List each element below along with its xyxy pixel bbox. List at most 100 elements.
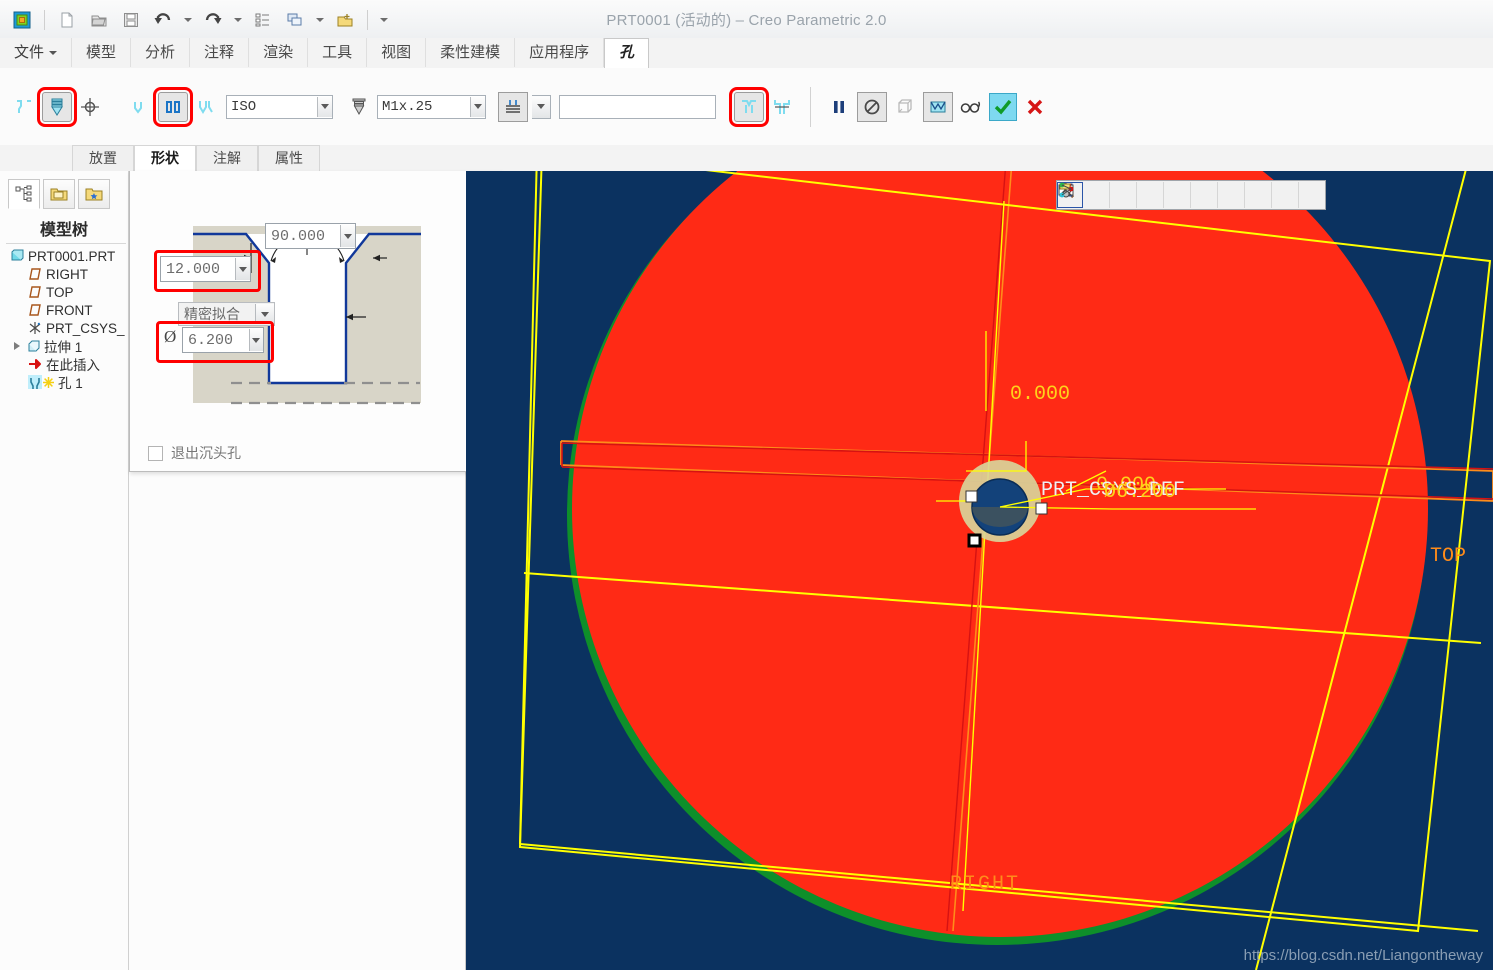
hole-depth-value-field[interactable] (559, 95, 716, 119)
appearance-gallery-icon[interactable] (1299, 182, 1325, 208)
depth-option-dropdown-icon[interactable] (255, 304, 274, 324)
hole-depth-value[interactable] (560, 97, 715, 117)
ribbon-tab-model[interactable]: 模型 (72, 38, 131, 67)
depth-option-select[interactable]: 精密拟合 (178, 302, 275, 326)
watermark-text: https://blog.csdn.net/Liangontheway (1244, 947, 1483, 964)
countersink-angle-field[interactable] (265, 223, 356, 249)
cancel-cross-icon[interactable] (1021, 93, 1049, 121)
chevron-down-icon (49, 51, 57, 55)
datum-plane-icon (28, 303, 42, 317)
tree-item-right-label: RIGHT (46, 267, 88, 282)
datum-plane-icon (28, 267, 42, 281)
countersink-angle-dropdown-icon[interactable] (340, 225, 355, 247)
exit-countersink-label: 退出沉头孔 (171, 443, 241, 463)
exit-countersink-row[interactable]: 退出沉头孔 (148, 443, 241, 463)
folder-browser-icon[interactable] (43, 179, 75, 209)
countersink-diameter-dropdown-icon[interactable] (235, 258, 250, 280)
creo-parametric-window: PRT0001 (活动的) – Creo Parametric 2.0 文件 模… (0, 0, 1493, 970)
ribbon-tab-render[interactable]: 渲染 (249, 38, 308, 67)
tab-properties[interactable]: 属性 (258, 145, 320, 171)
dashboard-separator (810, 87, 811, 127)
glasses-icon[interactable] (957, 93, 985, 121)
3d-model-view[interactable] (466, 171, 1493, 970)
model-tree-icon[interactable] (8, 179, 40, 209)
ribbon-tab-applications[interactable]: 应用程序 (515, 38, 604, 67)
title-bar: PRT0001 (活动的) – Creo Parametric 2.0 (0, 0, 1493, 39)
pause-icon[interactable] (825, 93, 853, 121)
preview-wireframe-icon[interactable] (891, 93, 919, 121)
ribbon-tab-bar[interactable]: 文件 模型 分析 注释 渲染 工具 视图 柔性建模 应用程序 孔 (0, 38, 1493, 69)
depth-option-value: 精密拟合 (179, 304, 255, 324)
standard-hole-icon[interactable] (42, 92, 72, 122)
countersink-diameter-field[interactable] (160, 256, 251, 282)
graphics-toolbar[interactable]: AB (1056, 180, 1326, 210)
hole-diameter-value[interactable] (183, 332, 249, 349)
tree-item-hole-label: 孔 1 (58, 372, 83, 392)
ribbon-tab-tools[interactable]: 工具 (308, 38, 367, 67)
hole-diameter-field[interactable] (182, 327, 264, 353)
exit-countersink-checkbox[interactable] (148, 446, 163, 461)
graphics-window[interactable]: AB 0.000 0.000 PRT_CSYS_DEF Ø6.200 TOP R… (466, 171, 1493, 970)
tree-item-top-label: TOP (46, 285, 74, 300)
clearance-hole-icon[interactable] (192, 93, 220, 121)
hole-depth-icon[interactable] (498, 92, 528, 122)
extrude-icon (26, 339, 40, 353)
accept-check-icon[interactable] (989, 93, 1017, 121)
refit-icon[interactable] (1137, 182, 1164, 208)
slide-up-tab-bar[interactable]: 放置 形状 注解 属性 (0, 145, 1493, 171)
datum-display-icon[interactable] (1245, 182, 1272, 208)
reorient-icon[interactable] (1164, 182, 1191, 208)
ribbon-tab-flexible-modeling[interactable]: 柔性建模 (426, 38, 515, 67)
ribbon-tab-annotate[interactable]: 注释 (190, 38, 249, 67)
zoom-out-icon[interactable] (1110, 182, 1137, 208)
favorites-icon[interactable] (78, 179, 110, 209)
ribbon-tab-analysis[interactable]: 分析 (131, 38, 190, 67)
coordinate-system-icon (28, 321, 42, 335)
thread-standard-value[interactable] (227, 97, 317, 117)
tab-note[interactable]: 注解 (196, 145, 258, 171)
tapped-hole-icon[interactable] (158, 92, 188, 122)
thread-size-value[interactable] (378, 97, 470, 117)
insert-here-icon (28, 357, 42, 371)
thread-size-dropdown-icon[interactable] (470, 97, 485, 117)
screw-thread-icon (345, 93, 373, 121)
new-feature-star-icon (43, 377, 54, 388)
countersink-icon[interactable] (734, 92, 764, 122)
thread-standard-select[interactable] (226, 95, 333, 119)
counterbore-icon[interactable] (768, 93, 796, 121)
countersink-angle-value[interactable] (266, 228, 340, 245)
tab-placement[interactable]: 放置 (72, 145, 134, 171)
part-icon (10, 249, 24, 263)
view-manager-icon[interactable] (1218, 182, 1245, 208)
ribbon-tab-file[interactable]: 文件 (0, 38, 72, 67)
tree-item-extrude-label: 拉伸 1 (44, 336, 82, 356)
zoom-in-icon[interactable] (1083, 182, 1110, 208)
navigator-tab-strip[interactable] (8, 179, 110, 209)
saved-views-icon[interactable]: AB (1191, 182, 1218, 208)
window-title: PRT0001 (活动的) – Creo Parametric 2.0 (0, 9, 1493, 30)
tree-item-insert-here-label: 在此插入 (46, 354, 100, 374)
tab-shape[interactable]: 形状 (134, 145, 196, 171)
hole-diameter-dropdown-icon[interactable] (249, 329, 263, 351)
simple-hole-icon[interactable] (10, 93, 38, 121)
hole-icon (28, 375, 42, 389)
diameter-symbol-icon: Ø (164, 327, 176, 347)
navigator-title-divider (6, 243, 126, 244)
shape-panel: 精密拟合 Ø 退出沉头孔 (129, 171, 502, 472)
preview-feature-icon[interactable] (923, 92, 953, 122)
no-entry-icon[interactable] (857, 92, 887, 122)
countersink-diameter-value[interactable] (161, 261, 235, 278)
ribbon-tab-view[interactable]: 视图 (367, 38, 426, 67)
tree-item-front-label: FRONT (46, 303, 93, 318)
sketched-hole-icon[interactable] (126, 93, 154, 121)
expand-triangle-icon[interactable] (12, 340, 24, 352)
hole-depth-dropdown-icon[interactable] (532, 95, 551, 119)
ribbon-tab-hole[interactable]: 孔 (604, 38, 649, 69)
thread-size-select[interactable] (377, 95, 486, 119)
tree-item-part-label: PRT0001.PRT (28, 249, 115, 264)
display-style-icon[interactable] (1272, 182, 1299, 208)
drilled-hole-icon[interactable] (76, 93, 104, 121)
ribbon-tab-file-label: 文件 (14, 44, 44, 61)
thread-standard-dropdown-icon[interactable] (317, 97, 332, 117)
hole-dashboard (0, 68, 1493, 146)
